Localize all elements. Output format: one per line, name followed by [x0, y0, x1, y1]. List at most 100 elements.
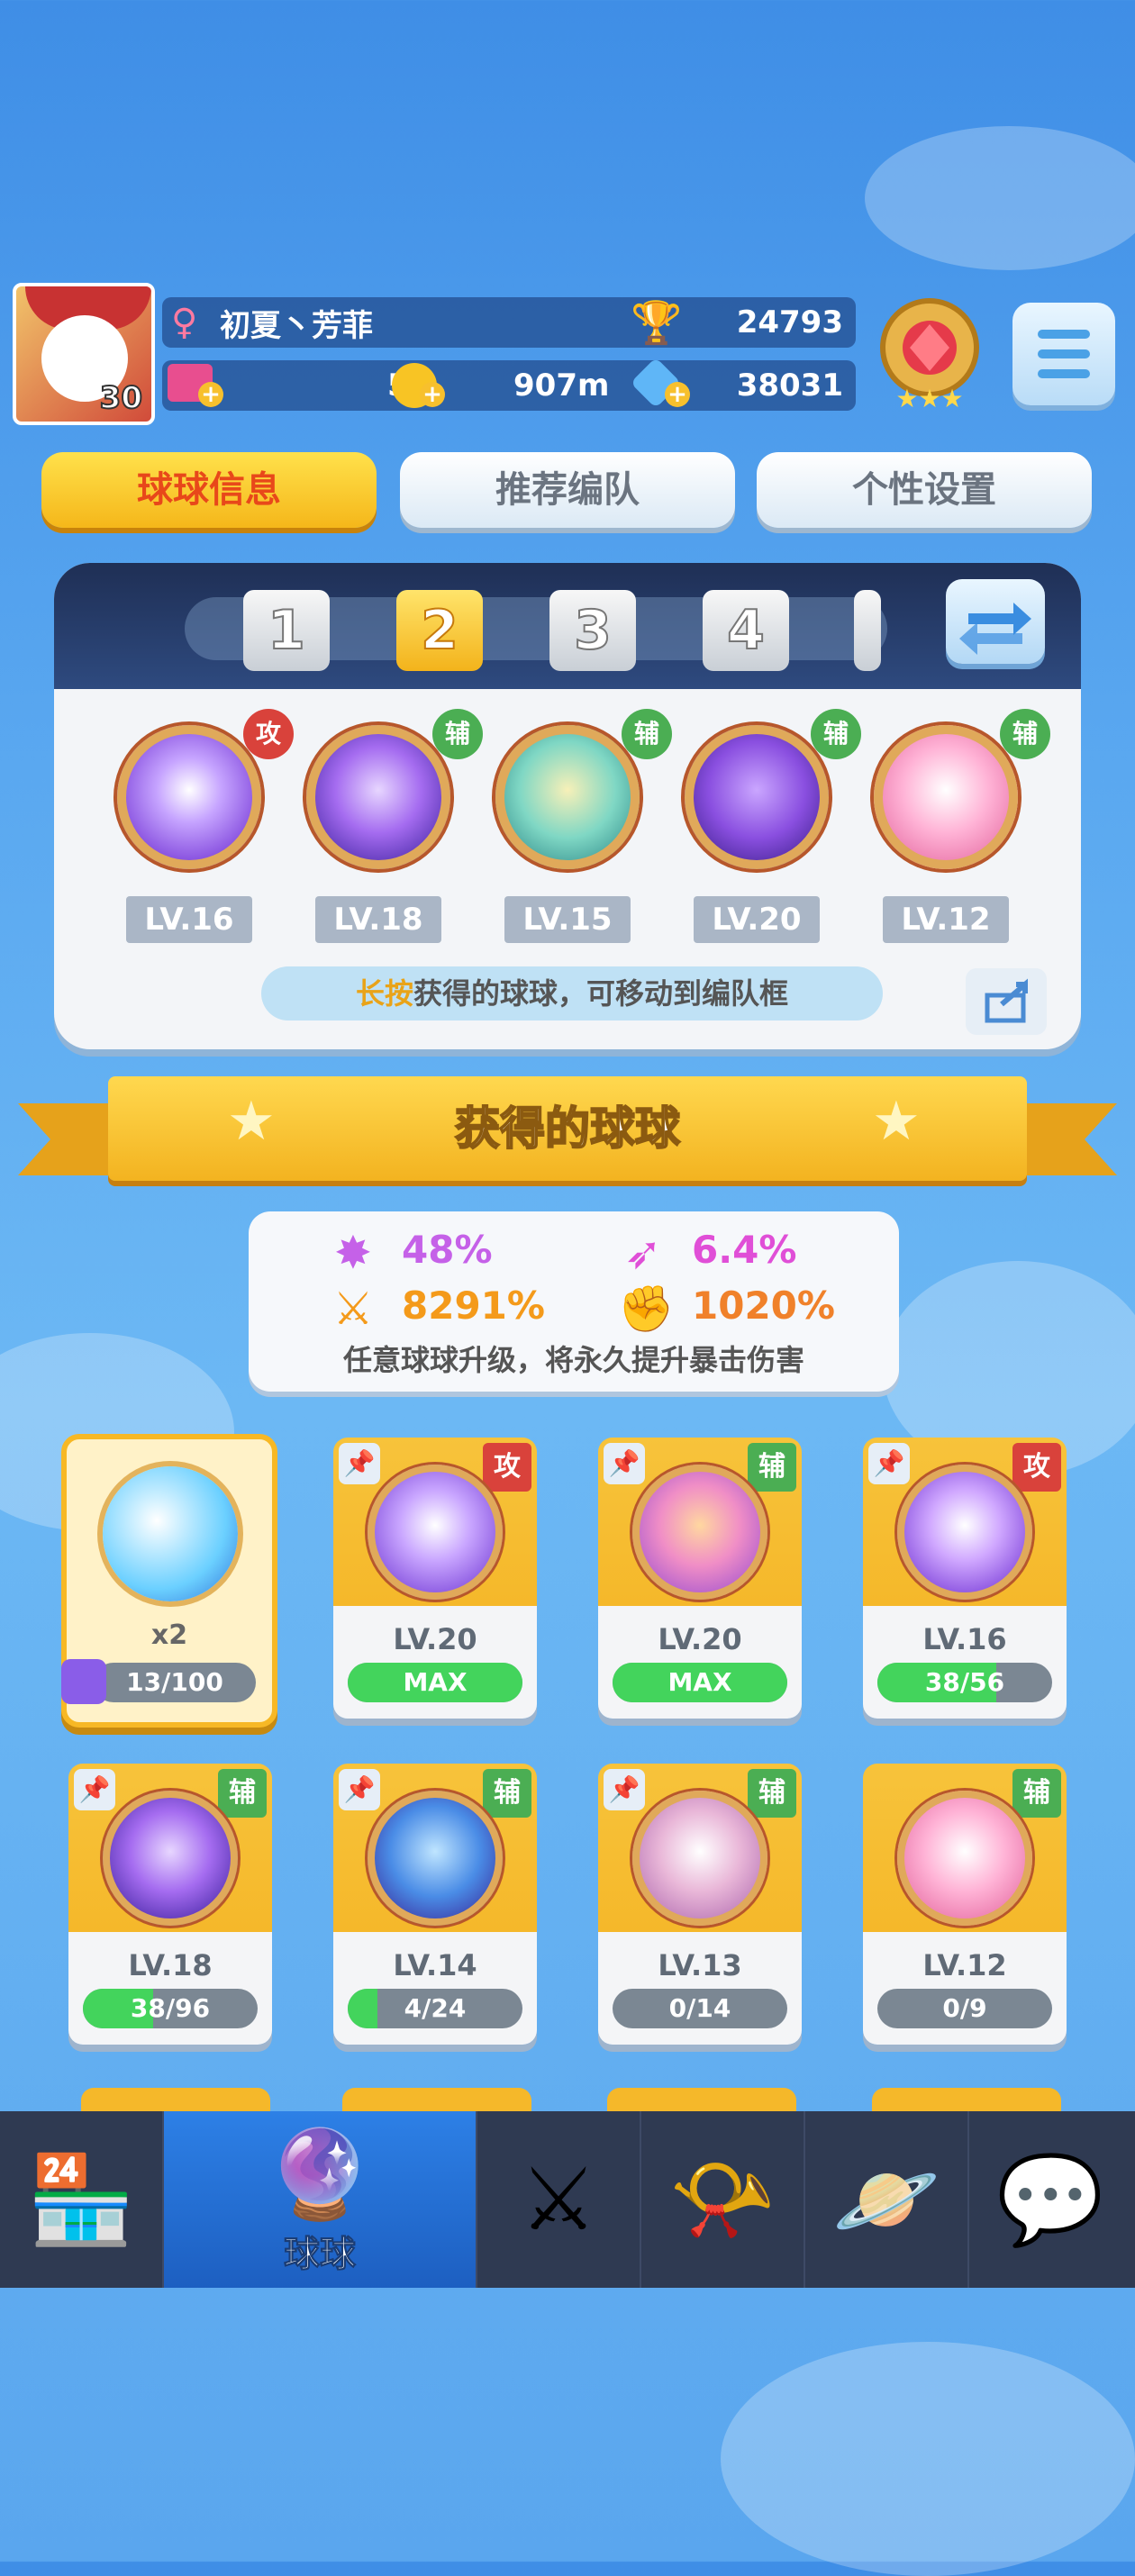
nav-balls[interactable]: 🔮 球球 — [164, 2111, 477, 2288]
long-press-hint: 长按获得的球球，可移动到编队框 — [261, 966, 883, 1020]
nav-battle[interactable]: ⚔ — [477, 2111, 641, 2288]
team-ball-3[interactable] — [495, 725, 640, 869]
menu-button[interactable] — [1012, 303, 1115, 405]
ball-card[interactable]: 辅 LV.12 0/9 — [863, 1764, 1067, 2045]
support-badge: 辅 — [432, 709, 483, 759]
add-gem-button[interactable]: + — [665, 382, 690, 407]
section-title: 获得的球球 — [454, 1102, 681, 1156]
speed-value: 6.4% — [692, 1228, 797, 1272]
card-level: LV.20 — [393, 1622, 477, 1656]
team-slot-3[interactable]: 3 — [549, 590, 636, 671]
menu-icon-line — [1038, 369, 1090, 378]
pin-icon[interactable]: 📌 — [339, 1769, 380, 1810]
nav-planet[interactable]: 🪐 — [805, 2111, 969, 2288]
team-ball-2[interactable] — [306, 725, 450, 869]
team-ball-level: LV.20 — [694, 896, 820, 943]
ball-card[interactable]: 📌 辅 LV.20 MAX — [598, 1438, 802, 1719]
coin-count: 907m — [513, 367, 610, 404]
trophy-count: 24793 — [736, 304, 843, 340]
team-slot-2[interactable]: 2 — [396, 590, 483, 671]
name-bar: ♀ 初夏丶芳菲 🏆 24793 — [162, 297, 856, 348]
team-ball-1[interactable] — [117, 725, 261, 869]
team-ball-level: LV.16 — [126, 896, 252, 943]
cloud-decoration — [865, 126, 1135, 270]
infinity-ball-icon — [897, 1465, 1032, 1600]
pin-icon[interactable]: 📌 — [74, 1769, 115, 1810]
ball-card[interactable]: 📌 辅 LV.13 0/14 — [598, 1764, 802, 2045]
team-ball-4[interactable] — [685, 725, 829, 869]
add-coin-button[interactable]: + — [420, 382, 445, 407]
nav-messages[interactable]: 💬 — [969, 2111, 1131, 2288]
cloud-decoration — [721, 2342, 1135, 2576]
tab-personal-settings[interactable]: 个性设置 — [757, 452, 1092, 528]
team-slot-bar: 1 2 3 4 — [54, 563, 1081, 689]
card-progress-text: MAX — [667, 1667, 732, 1697]
card-level: LV.12 — [922, 1948, 1007, 1982]
pin-icon[interactable]: 📌 — [868, 1443, 910, 1484]
role-badge: 辅 — [218, 1769, 267, 1818]
team-slot-more[interactable] — [854, 590, 881, 671]
flower-ball-icon — [897, 1791, 1032, 1926]
shield-ball-icon — [632, 1791, 767, 1926]
role-badge: 辅 — [1012, 1769, 1061, 1818]
card-level: LV.14 — [393, 1948, 477, 1982]
team-ball-level: LV.15 — [504, 896, 631, 943]
nav-shop[interactable]: 🏪 — [0, 2111, 164, 2288]
support-badge: 辅 — [811, 709, 861, 759]
avatar[interactable]: 30 — [13, 283, 155, 425]
ball-card[interactable]: 📌 攻 LV.16 38/56 — [863, 1438, 1067, 1719]
card-level: LV.20 — [658, 1622, 742, 1656]
role-badge: 辅 — [748, 1443, 796, 1492]
boss-damage-icon: ✊ — [618, 1283, 675, 1335]
refresh-ball-icon — [103, 1466, 238, 1601]
nav-label: 球球 — [284, 2234, 357, 2276]
role-badge: 攻 — [483, 1443, 531, 1492]
whistle-icon: 📯 — [668, 2149, 776, 2250]
tab-ball-info[interactable]: 球球信息 — [41, 452, 377, 528]
swap-button[interactable] — [946, 579, 1045, 664]
card-peek — [872, 2088, 1061, 2111]
card-peek — [607, 2088, 796, 2111]
menu-icon-line — [1038, 349, 1090, 358]
player-name: 初夏丶芳菲 — [220, 307, 373, 344]
wing-ball-icon — [632, 1465, 767, 1600]
role-badge: 辅 — [483, 1769, 531, 1818]
card-progress-bar: 4/24 — [348, 1989, 522, 2028]
add-ticket-button[interactable]: + — [198, 382, 223, 407]
share-button[interactable] — [966, 968, 1047, 1035]
rank-medal-icon[interactable]: ★★★ — [867, 288, 993, 414]
attack-badge: 攻 — [243, 709, 294, 759]
support-badge: 辅 — [1000, 709, 1050, 759]
card-peek — [81, 2088, 270, 2111]
pin-icon[interactable]: 📌 — [339, 1443, 380, 1484]
female-icon: ♀ — [171, 302, 198, 343]
trophy-icon: 🏆 — [631, 297, 683, 347]
pin-icon[interactable]: 📌 — [604, 1443, 645, 1484]
pin-icon[interactable]: 📌 — [604, 1769, 645, 1810]
card-progress-bar: 0/14 — [613, 1989, 787, 2028]
card-progress-text: 0/9 — [942, 1993, 987, 2023]
card-level: LV.13 — [658, 1948, 742, 1982]
team-panel: 1 2 3 4 攻 LV.16 辅 LV.18 辅 LV.15 辅 LV.20 … — [54, 563, 1081, 1049]
crit-rate-icon: ✸ — [334, 1227, 372, 1279]
special-item-card[interactable]: x2 13/100 — [61, 1434, 277, 1728]
card-progress-bar: MAX — [613, 1663, 787, 1702]
crossed-swords-icon: ⚔ — [519, 2149, 598, 2250]
share-icon — [985, 978, 1028, 1023]
ball-card[interactable]: 📌 辅 LV.14 4/24 — [333, 1764, 537, 2045]
role-badge: 攻 — [1012, 1443, 1061, 1492]
hexagon-ball-icon — [368, 1791, 503, 1926]
ball-card[interactable]: 📌 攻 LV.20 MAX — [333, 1438, 537, 1719]
tab-recommended-team[interactable]: 推荐编队 — [400, 452, 735, 528]
team-ball-5[interactable] — [874, 725, 1018, 869]
team-slot-4[interactable]: 4 — [703, 590, 789, 671]
support-badge: 辅 — [622, 709, 672, 759]
menu-icon — [1038, 330, 1090, 339]
card-progress-bar: 38/56 — [877, 1663, 1052, 1702]
swap-icon — [959, 603, 1031, 655]
nav-whistle[interactable]: 📯 — [641, 2111, 805, 2288]
puzzle-piece-icon — [61, 1659, 106, 1704]
currency-bar: + 59 + 907m + 38031 — [162, 357, 856, 411]
ball-card[interactable]: 📌 辅 LV.18 38/96 — [68, 1764, 272, 2045]
team-slot-1[interactable]: 1 — [243, 590, 330, 671]
